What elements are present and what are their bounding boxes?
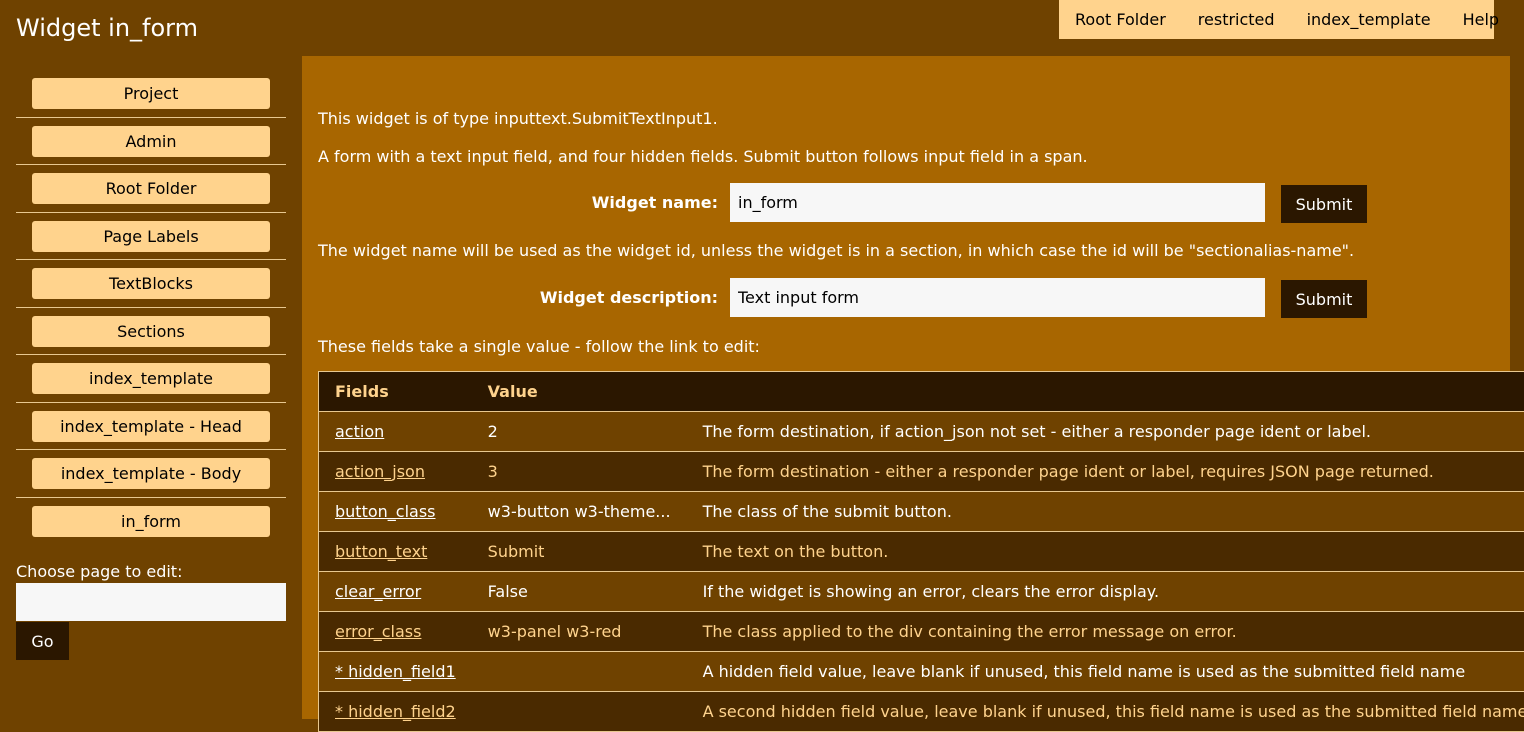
field-value — [472, 652, 687, 692]
page-title: Widget in_form — [16, 13, 198, 43]
sidebar-item-index-template-body[interactable]: index_template - Body — [32, 458, 270, 489]
table-row: * hidden_field2 A second hidden field va… — [319, 692, 1524, 732]
table-row: * hidden_field1 A hidden field value, le… — [319, 652, 1524, 692]
topnav-index-template[interactable]: index_template — [1291, 0, 1447, 39]
sidebar-item-in-form[interactable]: in_form — [32, 506, 270, 537]
fields-intro-text: These fields take a single value - follo… — [318, 337, 760, 356]
field-link-error-class[interactable]: error_class — [335, 622, 421, 641]
sidebar-item: Admin — [16, 118, 286, 166]
fields-table: Fields Value action 2 The form destinati… — [318, 371, 1524, 732]
topnav-help[interactable]: Help — [1447, 0, 1515, 39]
field-link-action-json[interactable]: action_json — [335, 462, 425, 481]
sidebar-item-root-folder[interactable]: Root Folder — [32, 173, 270, 204]
sidebar-item: Sections — [16, 308, 286, 356]
table-row: action_json 3 The form destination - eit… — [319, 452, 1524, 492]
widget-name-submit-button[interactable]: Submit — [1281, 185, 1367, 223]
widget-name-note: The widget name will be used as the widg… — [318, 241, 1354, 260]
table-header-row: Fields Value — [319, 372, 1524, 412]
header-value: Value — [472, 372, 687, 412]
sidebar-item: Project — [16, 70, 286, 118]
widget-description-label: Widget description: — [540, 288, 718, 307]
field-value: 2 — [472, 412, 687, 452]
field-value: False — [472, 572, 687, 612]
widget-name-label: Widget name: — [592, 193, 718, 212]
field-link-clear-error[interactable]: clear_error — [335, 582, 421, 601]
widget-type-text: This widget is of type inputtext.SubmitT… — [318, 109, 718, 128]
choose-page-label: Choose page to edit: — [16, 562, 182, 581]
sidebar-item-index-template-head[interactable]: index_template - Head — [32, 411, 270, 442]
sidebar-item: index_template - Body — [16, 450, 286, 498]
field-description: If the widget is showing an error, clear… — [687, 572, 1524, 612]
sidebar-item-textblocks[interactable]: TextBlocks — [32, 268, 270, 299]
widget-name-input[interactable] — [730, 183, 1265, 222]
sidebar-item-admin[interactable]: Admin — [32, 126, 270, 157]
sidebar-item: Page Labels — [16, 213, 286, 261]
sidebar-item: TextBlocks — [16, 260, 286, 308]
field-value: 3 — [472, 452, 687, 492]
field-description: The class of the submit button. — [687, 492, 1524, 532]
sidebar-item: index_template — [16, 355, 286, 403]
field-description: The class applied to the div containing … — [687, 612, 1524, 652]
choose-page-input[interactable] — [16, 583, 286, 621]
field-value — [472, 692, 687, 732]
field-description: The text on the button. — [687, 532, 1524, 572]
field-link-hidden-field1[interactable]: * hidden_field1 — [335, 662, 456, 681]
top-nav: Root Folder restricted index_template He… — [1059, 0, 1494, 39]
header-description — [687, 372, 1524, 412]
topnav-restricted[interactable]: restricted — [1182, 0, 1291, 39]
field-link-button-class[interactable]: button_class — [335, 502, 436, 521]
sidebar-item: Root Folder — [16, 165, 286, 213]
main-content: This widget is of type inputtext.SubmitT… — [302, 56, 1510, 719]
field-description: The form destination - either a responde… — [687, 452, 1524, 492]
field-description: A hidden field value, leave blank if unu… — [687, 652, 1524, 692]
table-row: clear_error False If the widget is showi… — [319, 572, 1524, 612]
sidebar-item-page-labels[interactable]: Page Labels — [32, 221, 270, 252]
field-link-action[interactable]: action — [335, 422, 384, 441]
field-value: w3-button w3-theme... — [472, 492, 687, 532]
field-description: A second hidden field value, leave blank… — [687, 692, 1524, 732]
go-button[interactable]: Go — [16, 622, 69, 660]
table-row: error_class w3-panel w3-red The class ap… — [319, 612, 1524, 652]
sidebar-item: index_template - Head — [16, 403, 286, 451]
field-value: Submit — [472, 532, 687, 572]
topnav-root-folder[interactable]: Root Folder — [1059, 0, 1182, 39]
table-row: action 2 The form destination, if action… — [319, 412, 1524, 452]
field-description: The form destination, if action_json not… — [687, 412, 1524, 452]
widget-description-form: Widget description: Submit — [318, 278, 1494, 318]
widget-brief-description: A form with a text input field, and four… — [318, 147, 1088, 166]
header-fields: Fields — [319, 372, 472, 412]
widget-name-form: Widget name: Submit — [318, 183, 1494, 223]
field-link-button-text[interactable]: button_text — [335, 542, 427, 561]
table-row: button_class w3-button w3-theme... The c… — [319, 492, 1524, 532]
widget-description-input[interactable] — [730, 278, 1265, 317]
sidebar: Project Admin Root Folder Page Labels Te… — [16, 70, 286, 545]
sidebar-item: in_form — [16, 498, 286, 546]
field-value: w3-panel w3-red — [472, 612, 687, 652]
table-row: button_text Submit The text on the butto… — [319, 532, 1524, 572]
sidebar-item-index-template[interactable]: index_template — [32, 363, 270, 394]
sidebar-item-sections[interactable]: Sections — [32, 316, 270, 347]
widget-description-submit-button[interactable]: Submit — [1281, 280, 1367, 318]
sidebar-item-project[interactable]: Project — [32, 78, 270, 109]
field-link-hidden-field2[interactable]: * hidden_field2 — [335, 702, 456, 721]
